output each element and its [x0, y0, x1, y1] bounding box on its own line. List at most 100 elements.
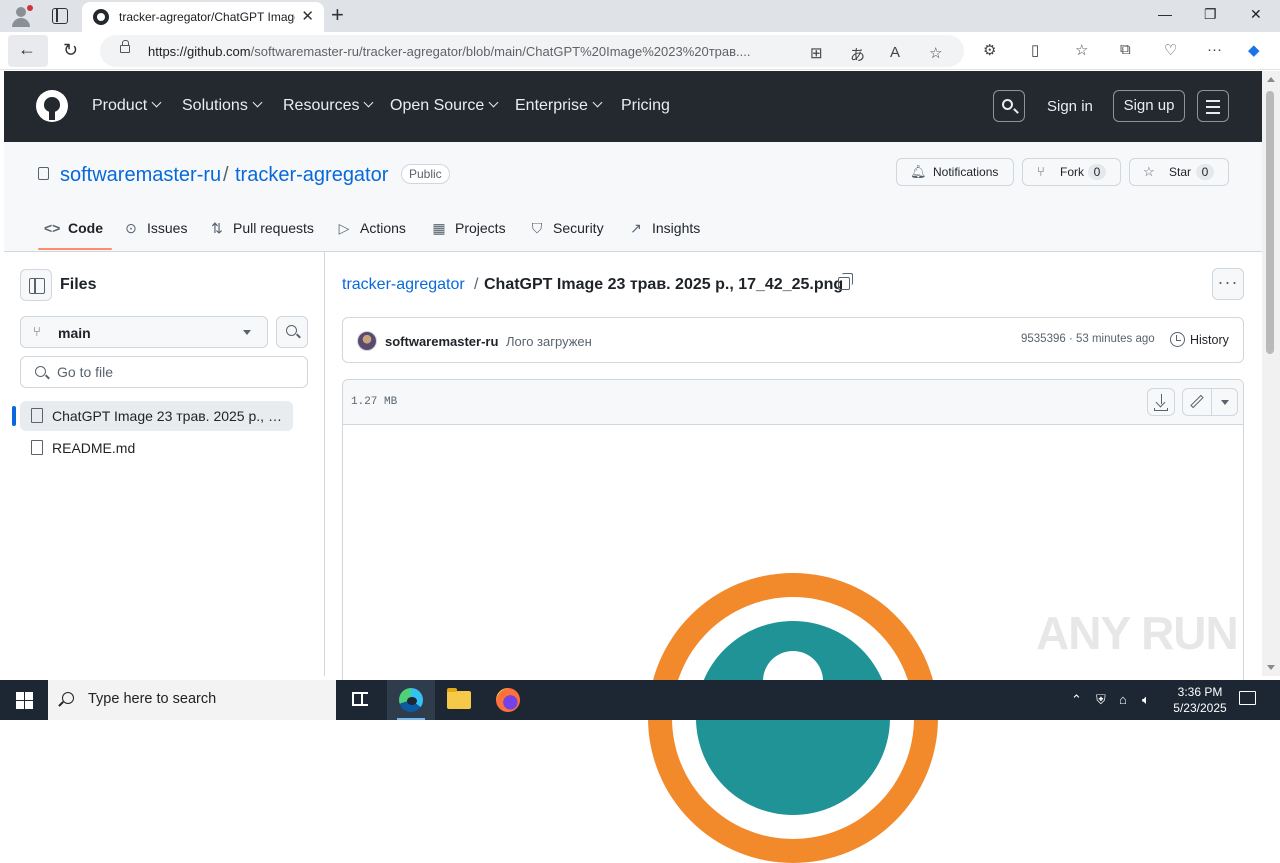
translate-icon[interactable]: あ — [850, 44, 865, 65]
new-tab-button[interactable]: + — [331, 2, 344, 28]
favorite-star-icon[interactable]: ☆ — [929, 44, 942, 62]
commit-author-link[interactable]: softwaremaster-ru — [385, 334, 498, 349]
copilot-icon[interactable]: ◆ — [1248, 41, 1260, 59]
restore-button[interactable]: ❐ — [1204, 6, 1217, 23]
page-scrollbar[interactable] — [1262, 71, 1280, 676]
fork-count: 0 — [1088, 164, 1106, 180]
scroll-up-icon[interactable] — [1267, 77, 1275, 82]
sign-in-link[interactable]: Sign in — [1047, 98, 1093, 115]
clock-date: 5/23/2025 — [1173, 701, 1227, 715]
edit-button-group[interactable] — [1182, 388, 1238, 416]
network-icon[interactable]: ⌂ — [1119, 692, 1127, 707]
tab-issues[interactable]: ⊙ Issues — [123, 220, 187, 240]
browser-tab-active[interactable]: tracker-agregator/ChatGPT Image 23 ✕ — [82, 2, 324, 32]
profile-icon[interactable] — [10, 5, 33, 27]
star-button[interactable]: ☆ Star 0 — [1129, 158, 1229, 186]
task-view-icon — [352, 692, 368, 706]
collections-icon[interactable]: ⧉ — [1120, 41, 1131, 58]
scroll-down-icon[interactable] — [1267, 665, 1275, 670]
copy-path-icon[interactable] — [838, 273, 853, 290]
tab-close-icon[interactable]: ✕ — [301, 7, 314, 25]
nav-solutions[interactable]: Solutions — [182, 97, 263, 115]
show-hidden-icons[interactable]: ⌃ — [1071, 692, 1082, 708]
shield-icon: ⛉ — [531, 220, 543, 236]
firefox-icon — [496, 688, 520, 712]
file-explorer-taskbar-app[interactable] — [435, 680, 483, 720]
fork-icon: ⑂ — [1037, 164, 1045, 179]
collapse-sidebar-button[interactable] — [20, 269, 52, 301]
active-tab-indicator — [38, 248, 112, 250]
file-tree-item[interactable]: README.md — [20, 433, 293, 463]
read-aloud-icon[interactable]: A — [890, 44, 900, 61]
tab-pull-requests[interactable]: ⇅ Pull requests — [209, 220, 314, 240]
extensions-icon[interactable]: ⚙ — [983, 41, 996, 59]
firefox-taskbar-app[interactable] — [484, 680, 532, 720]
play-icon: ▷ — [338, 220, 350, 236]
file-icon — [31, 408, 43, 423]
repo-owner-link[interactable]: softwaremaster-ru — [60, 164, 221, 187]
go-to-file-input[interactable] — [57, 364, 297, 380]
notification-icon[interactable] — [1239, 691, 1256, 705]
branch-selector[interactable]: ⑂ main — [20, 316, 268, 348]
avatar[interactable] — [357, 331, 377, 351]
breadcrumb-repo-link[interactable]: tracker-agregator — [342, 276, 465, 294]
github-search-button[interactable] — [993, 90, 1025, 122]
history-link[interactable]: History — [1190, 333, 1229, 347]
search-code-button[interactable] — [276, 316, 308, 348]
pencil-icon[interactable] — [1190, 394, 1204, 409]
nav-resources[interactable]: Resources — [283, 97, 374, 115]
url-text[interactable]: https://github.com/softwaremaster-ru/tra… — [148, 44, 798, 59]
commit-meta[interactable]: 9535396 · 53 minutes ago — [1021, 333, 1155, 345]
security-tray-icon[interactable]: ⛨ — [1096, 692, 1106, 708]
github-logo-icon[interactable] — [36, 90, 68, 122]
refresh-icon[interactable]: ↻ — [63, 40, 78, 61]
sign-up-button[interactable]: Sign up — [1113, 90, 1185, 122]
taskbar-search[interactable] — [48, 680, 336, 720]
nav-enterprise[interactable]: Enterprise — [515, 97, 603, 115]
task-view-button[interactable] — [336, 680, 384, 720]
repo-name-link[interactable]: tracker-agregator — [235, 164, 388, 187]
edge-taskbar-app[interactable] — [387, 680, 435, 720]
tab-actions[interactable]: ▷ Actions — [336, 220, 406, 240]
sidebar-title: Files — [60, 276, 97, 293]
notifications-button[interactable]: 🔔︎ Notifications — [896, 158, 1014, 186]
file-title: ChatGPT Image 23 трав. 2025 р., 17_42_25… — [484, 276, 844, 293]
volume-icon[interactable]: 🔈︎ — [1142, 692, 1150, 708]
windows-taskbar: ⌃ ⛨ ⌂ 🔈︎ 3:36 PM 5/23/2025 — [0, 680, 1280, 720]
app-available-icon[interactable]: ⊞ — [810, 44, 823, 62]
nav-pricing[interactable]: Pricing — [621, 97, 670, 115]
minimize-button[interactable]: — — [1158, 6, 1172, 22]
tab-code[interactable]: <> Code — [44, 220, 103, 240]
settings-more-icon[interactable]: ··· — [1207, 41, 1222, 58]
download-button[interactable] — [1147, 388, 1175, 416]
go-to-file-field[interactable] — [20, 356, 308, 388]
system-clock[interactable]: 3:36 PM 5/23/2025 — [1160, 684, 1240, 716]
lock-icon[interactable] — [120, 40, 130, 53]
close-window-button[interactable]: ✕ — [1250, 6, 1262, 23]
chevron-down-icon[interactable] — [1221, 400, 1229, 405]
split-screen-icon[interactable]: ▯ — [1031, 41, 1039, 59]
url-field[interactable]: https://github.com/softwaremaster-ru/tra… — [100, 35, 964, 67]
repo-header: softwaremaster-ru / tracker-agregator Pu… — [4, 142, 1262, 252]
menu-button[interactable] — [1197, 90, 1229, 122]
tab-security[interactable]: ⛉ Security — [529, 220, 604, 240]
file-tree-item[interactable]: ChatGPT Image 23 трав. 2025 р., 17_42_25… — [12, 401, 293, 431]
favorites-icon[interactable]: ☆ — [1075, 41, 1088, 59]
code-icon: <> — [44, 220, 61, 236]
nav-open-source[interactable]: Open Source — [390, 97, 499, 115]
search-icon — [35, 366, 46, 377]
browser-essentials-icon[interactable]: ♡ — [1164, 41, 1177, 59]
nav-product[interactable]: Product — [92, 97, 162, 115]
more-options-button[interactable]: ··· — [1212, 268, 1244, 300]
browser-tab-strip: tracker-agregator/ChatGPT Image 23 ✕ + —… — [0, 0, 1280, 32]
fork-button[interactable]: ⑂ Fork 0 — [1022, 158, 1121, 186]
tab-projects[interactable]: ▦ Projects — [431, 220, 505, 240]
start-button[interactable] — [16, 692, 33, 709]
tab-insights[interactable]: ↗ Insights — [628, 220, 700, 240]
commit-message-link[interactable]: Лого загружен — [506, 334, 592, 349]
tab-actions-icon[interactable] — [52, 8, 68, 24]
scroll-thumb[interactable] — [1266, 91, 1274, 354]
back-arrow-icon[interactable]: ← — [18, 39, 36, 60]
taskbar-search-input[interactable] — [88, 691, 328, 707]
github-header: Product Solutions Resources Open Source … — [4, 71, 1262, 142]
